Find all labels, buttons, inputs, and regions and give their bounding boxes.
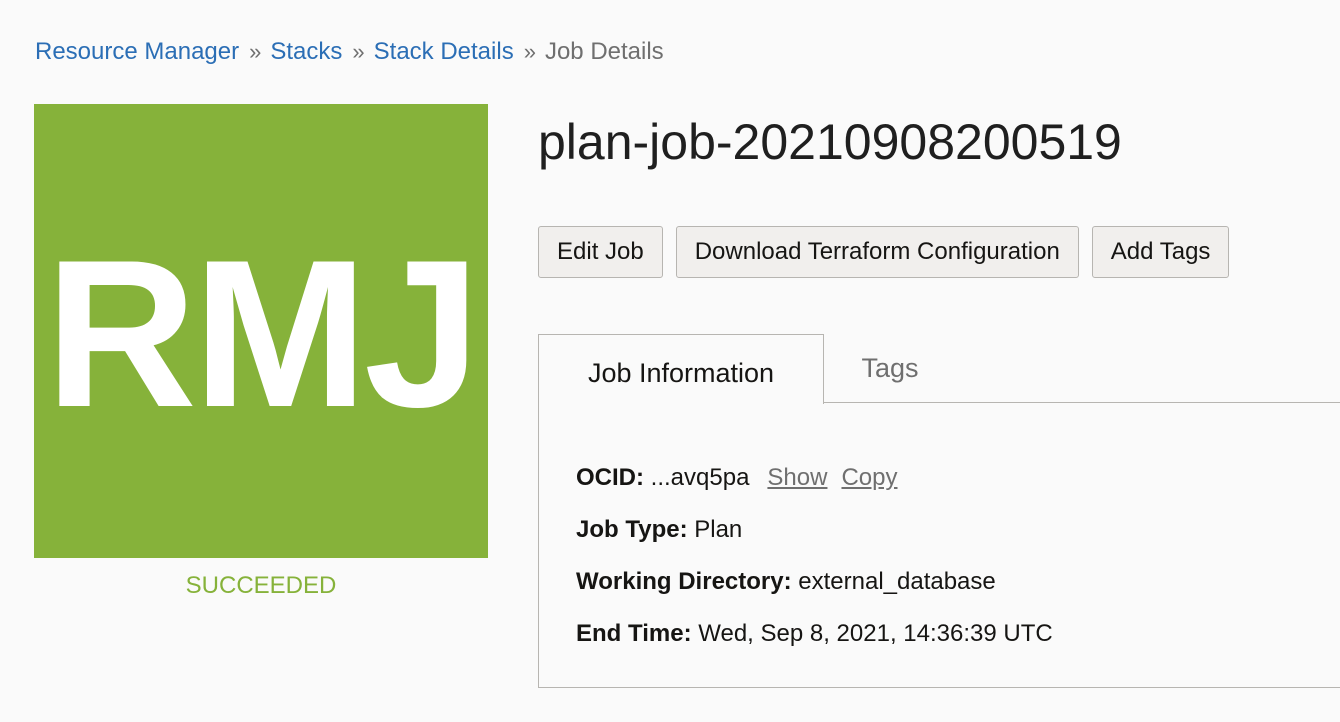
ocid-row: OCID: ...avq5pa Show Copy [576, 452, 1053, 504]
page-title: plan-job-20210908200519 [538, 114, 1122, 170]
ocid-show-link[interactable]: Show [767, 464, 827, 491]
breadcrumb-current: Job Details [544, 38, 664, 65]
status-label: SUCCEEDED [185, 572, 337, 599]
breadcrumb: Resource Manager » Stacks » Stack Details » Jo… [35, 36, 664, 68]
job-badge: RMJ [34, 104, 488, 558]
download-terraform-config-button[interactable]: Download Terraform Configuration [675, 226, 1079, 278]
breadcrumb-resource-manager[interactable]: Resource Manager [35, 38, 239, 65]
breadcrumb-stack-details[interactable]: Stack Details [374, 38, 514, 65]
tab-container: Job Information Tags OCID: ...avq5pa Show… [538, 334, 1340, 688]
badge-initials: RMJ [45, 216, 480, 451]
job-information-list: OCID: ...avq5pa Show Copy Job Type: Plan W… [576, 452, 1053, 660]
ocid-label: OCID: [576, 464, 644, 491]
edit-job-button[interactable]: Edit Job [538, 226, 663, 278]
breadcrumb-separator: » [352, 39, 365, 64]
breadcrumb-separator: » [249, 39, 262, 64]
add-tags-button[interactable]: Add Tags [1091, 226, 1230, 278]
working-directory-row: Working Directory: external_database [576, 556, 1053, 608]
breadcrumb-separator: » [523, 39, 536, 64]
ocid-value: ...avq5pa [650, 464, 750, 491]
tab-job-information[interactable]: Job Information [538, 334, 824, 404]
job-type-label: Job Type: [576, 516, 688, 543]
job-type-row: Job Type: Plan [576, 504, 1053, 556]
job-type-value: Plan [694, 516, 743, 543]
end-time-value: Wed, Sep 8, 2021, 14:36:39 UTC [698, 620, 1053, 647]
action-toolbar: Edit Job Download Terraform Configuratio… [538, 226, 1230, 278]
breadcrumb-stacks[interactable]: Stacks [270, 38, 342, 65]
end-time-label: End Time: [576, 620, 692, 647]
tab-tags[interactable]: Tags [824, 334, 956, 404]
job-details-page: Resource Manager » Stacks » Stack Details » Jo… [0, 0, 1340, 722]
working-directory-value: external_database [798, 568, 996, 595]
end-time-row: End Time: Wed, Sep 8, 2021, 14:36:39 UTC [576, 608, 1053, 660]
ocid-copy-link[interactable]: Copy [841, 464, 897, 491]
working-directory-label: Working Directory: [576, 568, 792, 595]
